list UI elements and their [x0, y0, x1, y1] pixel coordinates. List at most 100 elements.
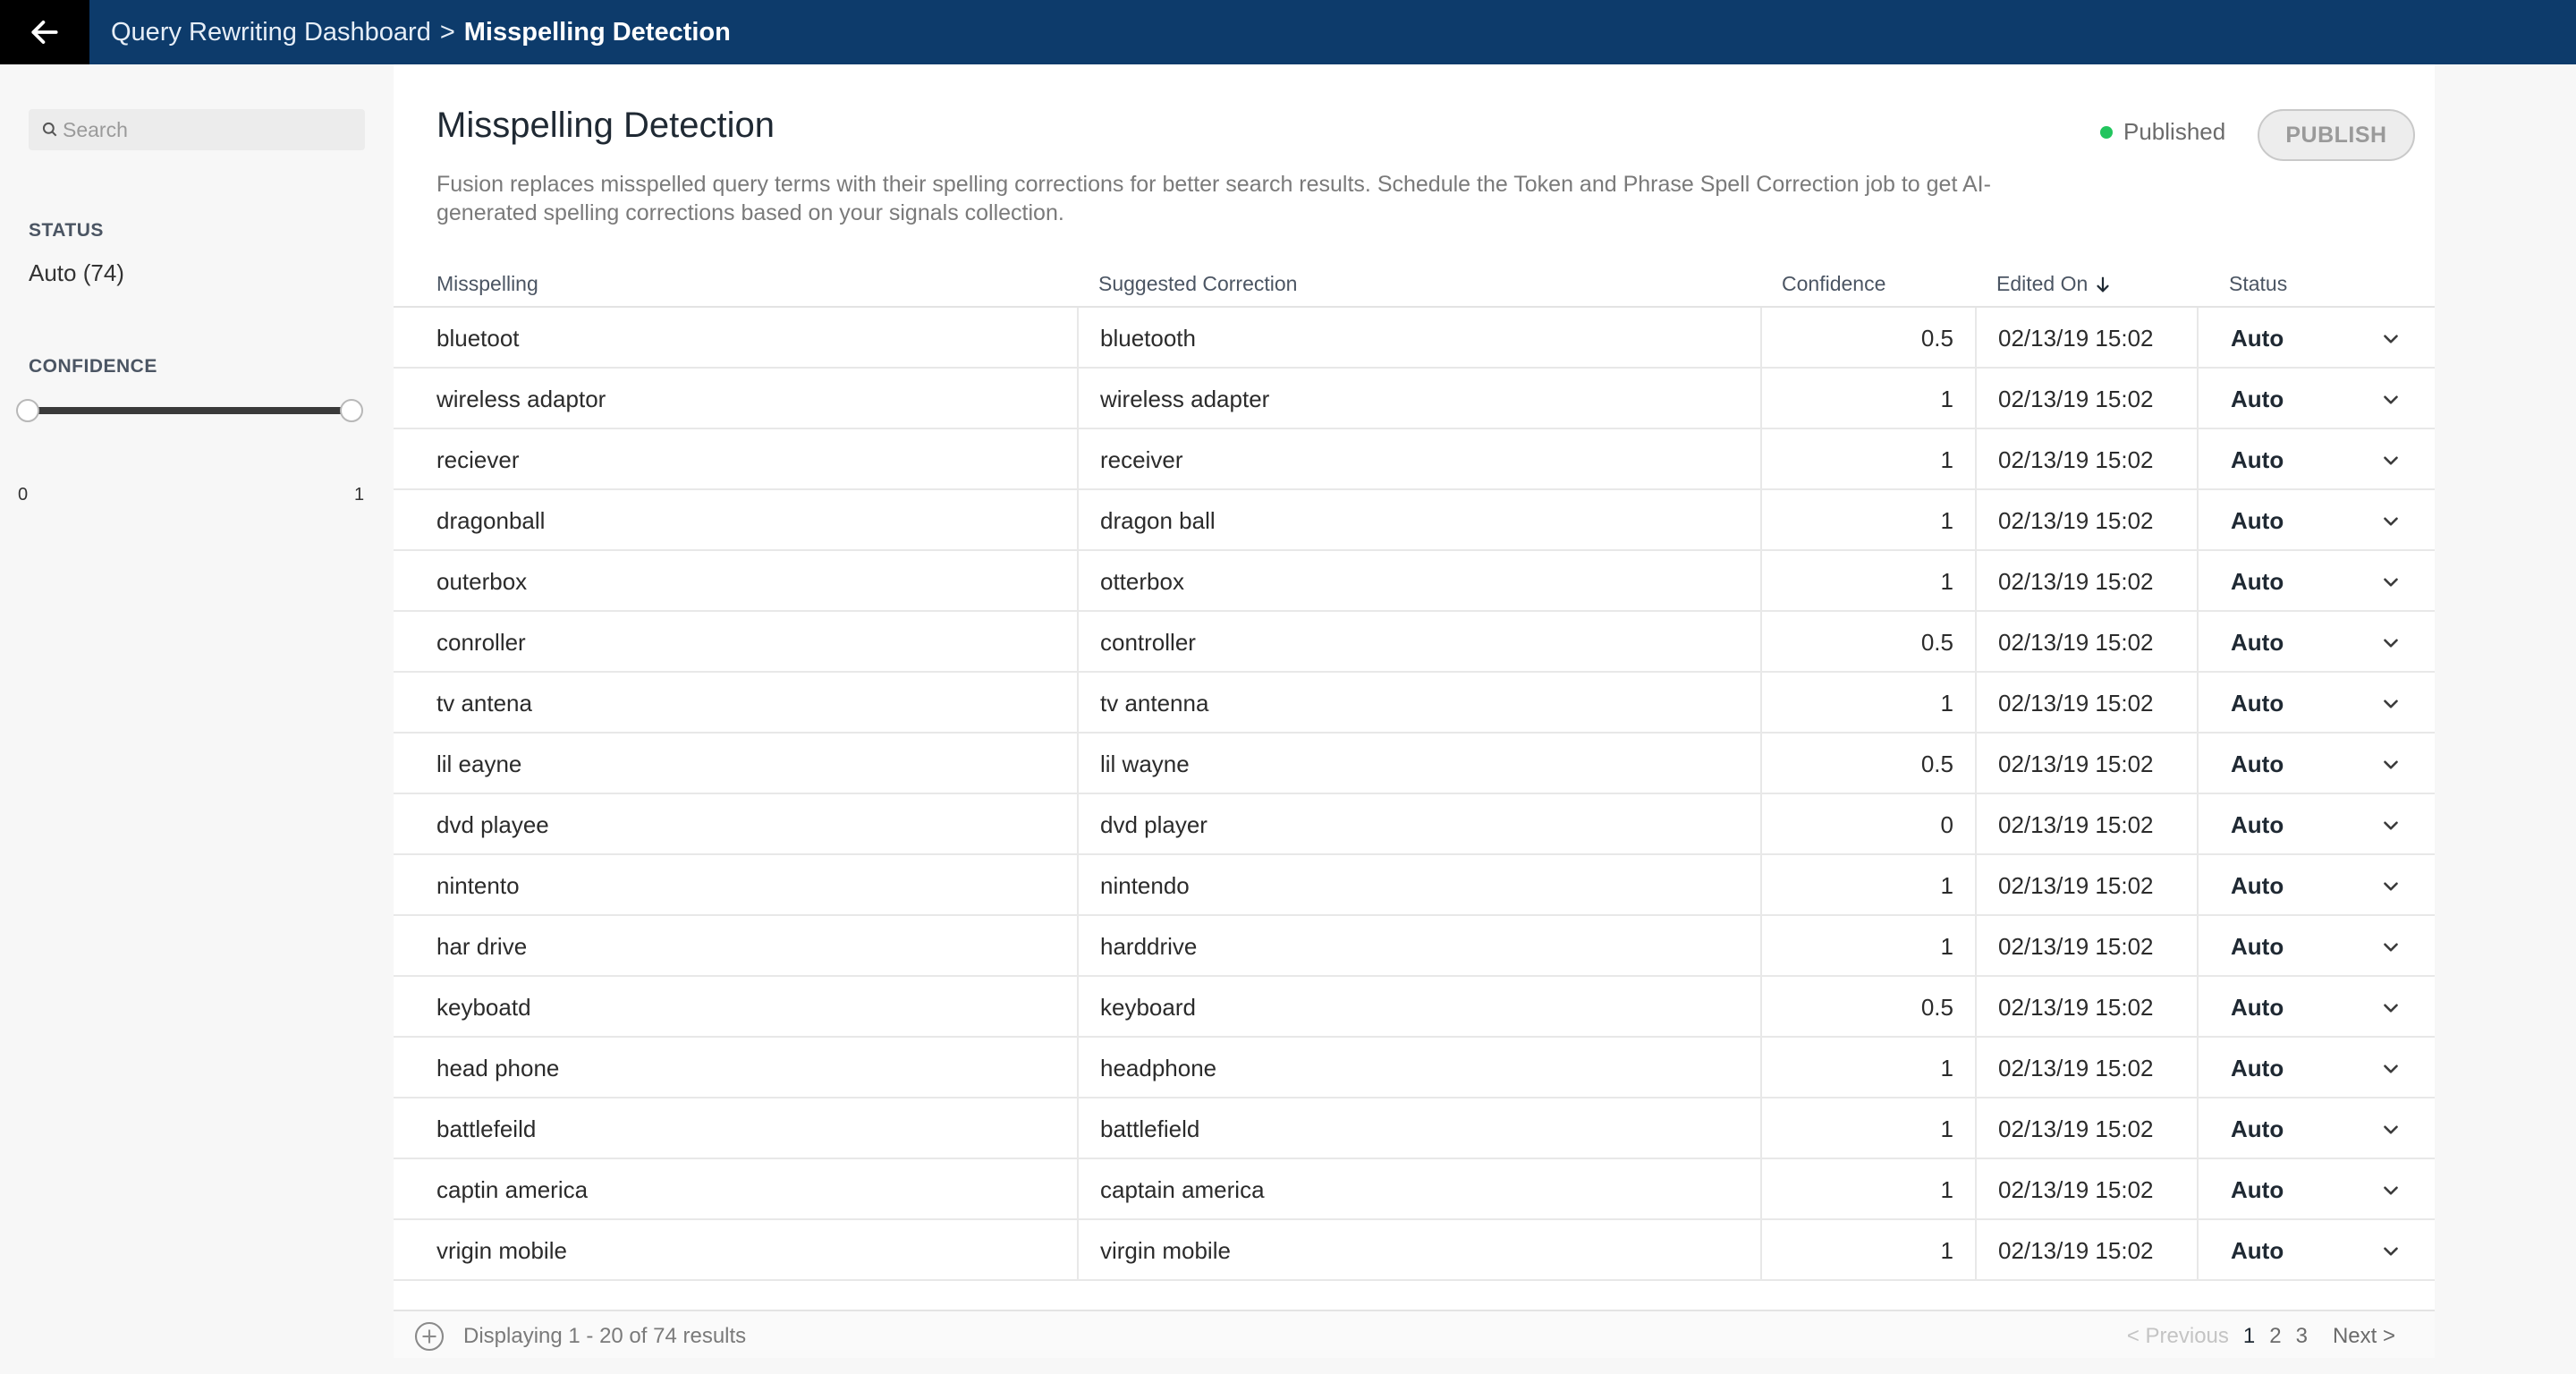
- slider-max-handle[interactable]: [340, 399, 363, 422]
- chevron-down-icon[interactable]: [2379, 692, 2402, 716]
- chevron-down-icon[interactable]: [2379, 1057, 2402, 1081]
- chevron-down-icon[interactable]: [2379, 875, 2402, 898]
- cell-status: Auto: [2197, 673, 2435, 734]
- cell-suggested-correction[interactable]: nintendo: [1077, 855, 1760, 916]
- chevron-down-icon[interactable]: [2379, 449, 2402, 472]
- cell-misspelling: har drive: [436, 932, 528, 960]
- cell-edited-on: 02/13/19 15:02: [1975, 977, 2197, 1038]
- status-value: Auto: [2231, 1236, 2284, 1264]
- table-row[interactable]: dvd playee dvd player 0 02/13/19 15:02 Auto: [394, 794, 2435, 855]
- table-row[interactable]: head phone headphone 1 02/13/19 15:02 Auto: [394, 1038, 2435, 1098]
- search-input[interactable]: [63, 117, 349, 142]
- column-header-misspelling[interactable]: Misspelling: [436, 272, 538, 296]
- table-row[interactable]: vrigin mobile virgin mobile 1 02/13/19 15:0…: [394, 1220, 2435, 1281]
- column-header-confidence[interactable]: Confidence: [1782, 272, 1885, 296]
- table-row[interactable]: conroller controller 0.5 02/13/19 15:02 Auto: [394, 612, 2435, 673]
- cell-misspelling: conroller: [436, 628, 526, 656]
- cell-status: Auto: [2197, 794, 2435, 855]
- table-row[interactable]: nintento nintendo 1 02/13/19 15:02 Auto: [394, 855, 2435, 916]
- chevron-down-icon[interactable]: [2379, 997, 2402, 1020]
- page-description: Fusion replaces misspelled query terms w…: [436, 172, 1991, 225]
- table-row[interactable]: battlefeild battlefield 1 02/13/19 15:02 Aut…: [394, 1098, 2435, 1159]
- table-header: Misspelling Suggested Correction Confide…: [394, 258, 2435, 308]
- cell-status: Auto: [2197, 429, 2435, 490]
- chevron-down-icon[interactable]: [2379, 936, 2402, 959]
- table-row[interactable]: bluetoot bluetooth 0.5 02/13/19 15:02 Auto: [394, 308, 2435, 369]
- cell-suggested-correction[interactable]: dvd player: [1077, 794, 1760, 855]
- chevron-down-icon[interactable]: [2379, 753, 2402, 776]
- status-filter-option-auto[interactable]: Auto (74): [29, 259, 124, 287]
- chevron-down-icon[interactable]: [2379, 1240, 2402, 1263]
- table-row[interactable]: keyboatd keyboard 0.5 02/13/19 15:02 Auto: [394, 977, 2435, 1038]
- pagination-page-1[interactable]: 1: [2243, 1324, 2255, 1349]
- pagination-next[interactable]: Next >: [2333, 1324, 2395, 1349]
- cell-suggested-correction[interactable]: keyboard: [1077, 977, 1760, 1038]
- pagination-page-2[interactable]: 2: [2269, 1324, 2281, 1349]
- cell-suggested-correction[interactable]: captain america: [1077, 1159, 1760, 1220]
- cell-suggested-correction[interactable]: battlefield: [1077, 1098, 1760, 1159]
- table-footer: Displaying 1 - 20 of 74 results < Previo…: [394, 1310, 2435, 1358]
- cell-confidence: 0: [1760, 794, 1975, 855]
- cell-status: Auto: [2197, 369, 2435, 429]
- chevron-down-icon[interactable]: [2379, 571, 2402, 594]
- breadcrumb-parent-link[interactable]: Query Rewriting Dashboard: [111, 18, 431, 47]
- table-row[interactable]: dragonball dragon ball 1 02/13/19 15:02 Auto: [394, 490, 2435, 551]
- chevron-down-icon[interactable]: [2379, 1179, 2402, 1202]
- pagination-page-3[interactable]: 3: [2296, 1324, 2308, 1349]
- table-row[interactable]: captin america captain america 1 02/13/19 1…: [394, 1159, 2435, 1220]
- table-row[interactable]: har drive harddrive 1 02/13/19 15:02 Auto: [394, 916, 2435, 977]
- cell-suggested-correction[interactable]: controller: [1077, 612, 1760, 673]
- cell-misspelling: bluetoot: [436, 324, 520, 352]
- pagination-previous[interactable]: < Previous: [2127, 1324, 2229, 1349]
- cell-misspelling: reciever: [436, 445, 520, 473]
- confidence-range-slider[interactable]: [16, 397, 363, 424]
- cell-status: Auto: [2197, 916, 2435, 977]
- main-panel: Misspelling Detection Fusion replaces mi…: [394, 64, 2435, 1358]
- status-value: Auto: [2231, 932, 2284, 960]
- column-header-edited-on-label: Edited On: [1996, 272, 2089, 295]
- cell-suggested-correction[interactable]: lil wayne: [1077, 734, 1760, 794]
- cell-suggested-correction[interactable]: dragon ball: [1077, 490, 1760, 551]
- cell-status: Auto: [2197, 612, 2435, 673]
- cell-edited-on: 02/13/19 15:02: [1975, 1098, 2197, 1159]
- column-header-edited-on[interactable]: Edited On: [1996, 272, 2113, 296]
- column-header-status[interactable]: Status: [2229, 272, 2287, 296]
- chevron-down-icon[interactable]: [2379, 632, 2402, 655]
- cell-suggested-correction[interactable]: virgin mobile: [1077, 1220, 1760, 1281]
- search-icon: [42, 122, 57, 137]
- status-value: Auto: [2231, 1054, 2284, 1081]
- table-row[interactable]: wireless adaptor wireless adapter 1 02/13/1…: [394, 369, 2435, 429]
- cell-status: Auto: [2197, 490, 2435, 551]
- column-header-suggested-correction[interactable]: Suggested Correction: [1098, 272, 1297, 296]
- chevron-down-icon[interactable]: [2379, 388, 2402, 411]
- table-row[interactable]: outerbox otterbox 1 02/13/19 15:02 Auto: [394, 551, 2435, 612]
- cell-misspelling: lil eayne: [436, 750, 522, 777]
- table-row[interactable]: tv antena tv antenna 1 02/13/19 15:02 Auto: [394, 673, 2435, 734]
- add-circle-icon[interactable]: [413, 1320, 445, 1353]
- slider-min-handle[interactable]: [16, 399, 39, 422]
- cell-suggested-correction[interactable]: tv antenna: [1077, 673, 1760, 734]
- cell-edited-on: 02/13/19 15:02: [1975, 369, 2197, 429]
- cell-edited-on: 02/13/19 15:02: [1975, 1220, 2197, 1281]
- cell-suggested-correction[interactable]: wireless adapter: [1077, 369, 1760, 429]
- status-value: Auto: [2231, 1175, 2284, 1203]
- filter-sidebar: STATUS Auto (74) CONFIDENCE 0 1: [0, 64, 394, 1374]
- cell-suggested-correction[interactable]: headphone: [1077, 1038, 1760, 1098]
- table-row[interactable]: reciever receiver 1 02/13/19 15:02 Auto: [394, 429, 2435, 490]
- status-value: Auto: [2231, 750, 2284, 777]
- results-count: Displaying 1 - 20 of 74 results: [463, 1324, 747, 1348]
- chevron-down-icon[interactable]: [2379, 327, 2402, 351]
- cell-suggested-correction[interactable]: otterbox: [1077, 551, 1760, 612]
- cell-suggested-correction[interactable]: receiver: [1077, 429, 1760, 490]
- chevron-down-icon[interactable]: [2379, 1118, 2402, 1141]
- chevron-down-icon[interactable]: [2379, 814, 2402, 837]
- status-value: Auto: [2231, 324, 2284, 352]
- chevron-down-icon[interactable]: [2379, 510, 2402, 533]
- cell-edited-on: 02/13/19 15:02: [1975, 308, 2197, 369]
- cell-suggested-correction[interactable]: bluetooth: [1077, 308, 1760, 369]
- cell-suggested-correction[interactable]: harddrive: [1077, 916, 1760, 977]
- publish-button[interactable]: PUBLISH: [2258, 109, 2415, 161]
- table-row[interactable]: lil eayne lil wayne 0.5 02/13/19 15:02 Auto: [394, 734, 2435, 794]
- sort-descending-icon: [2097, 276, 2109, 292]
- back-button[interactable]: [0, 0, 89, 64]
